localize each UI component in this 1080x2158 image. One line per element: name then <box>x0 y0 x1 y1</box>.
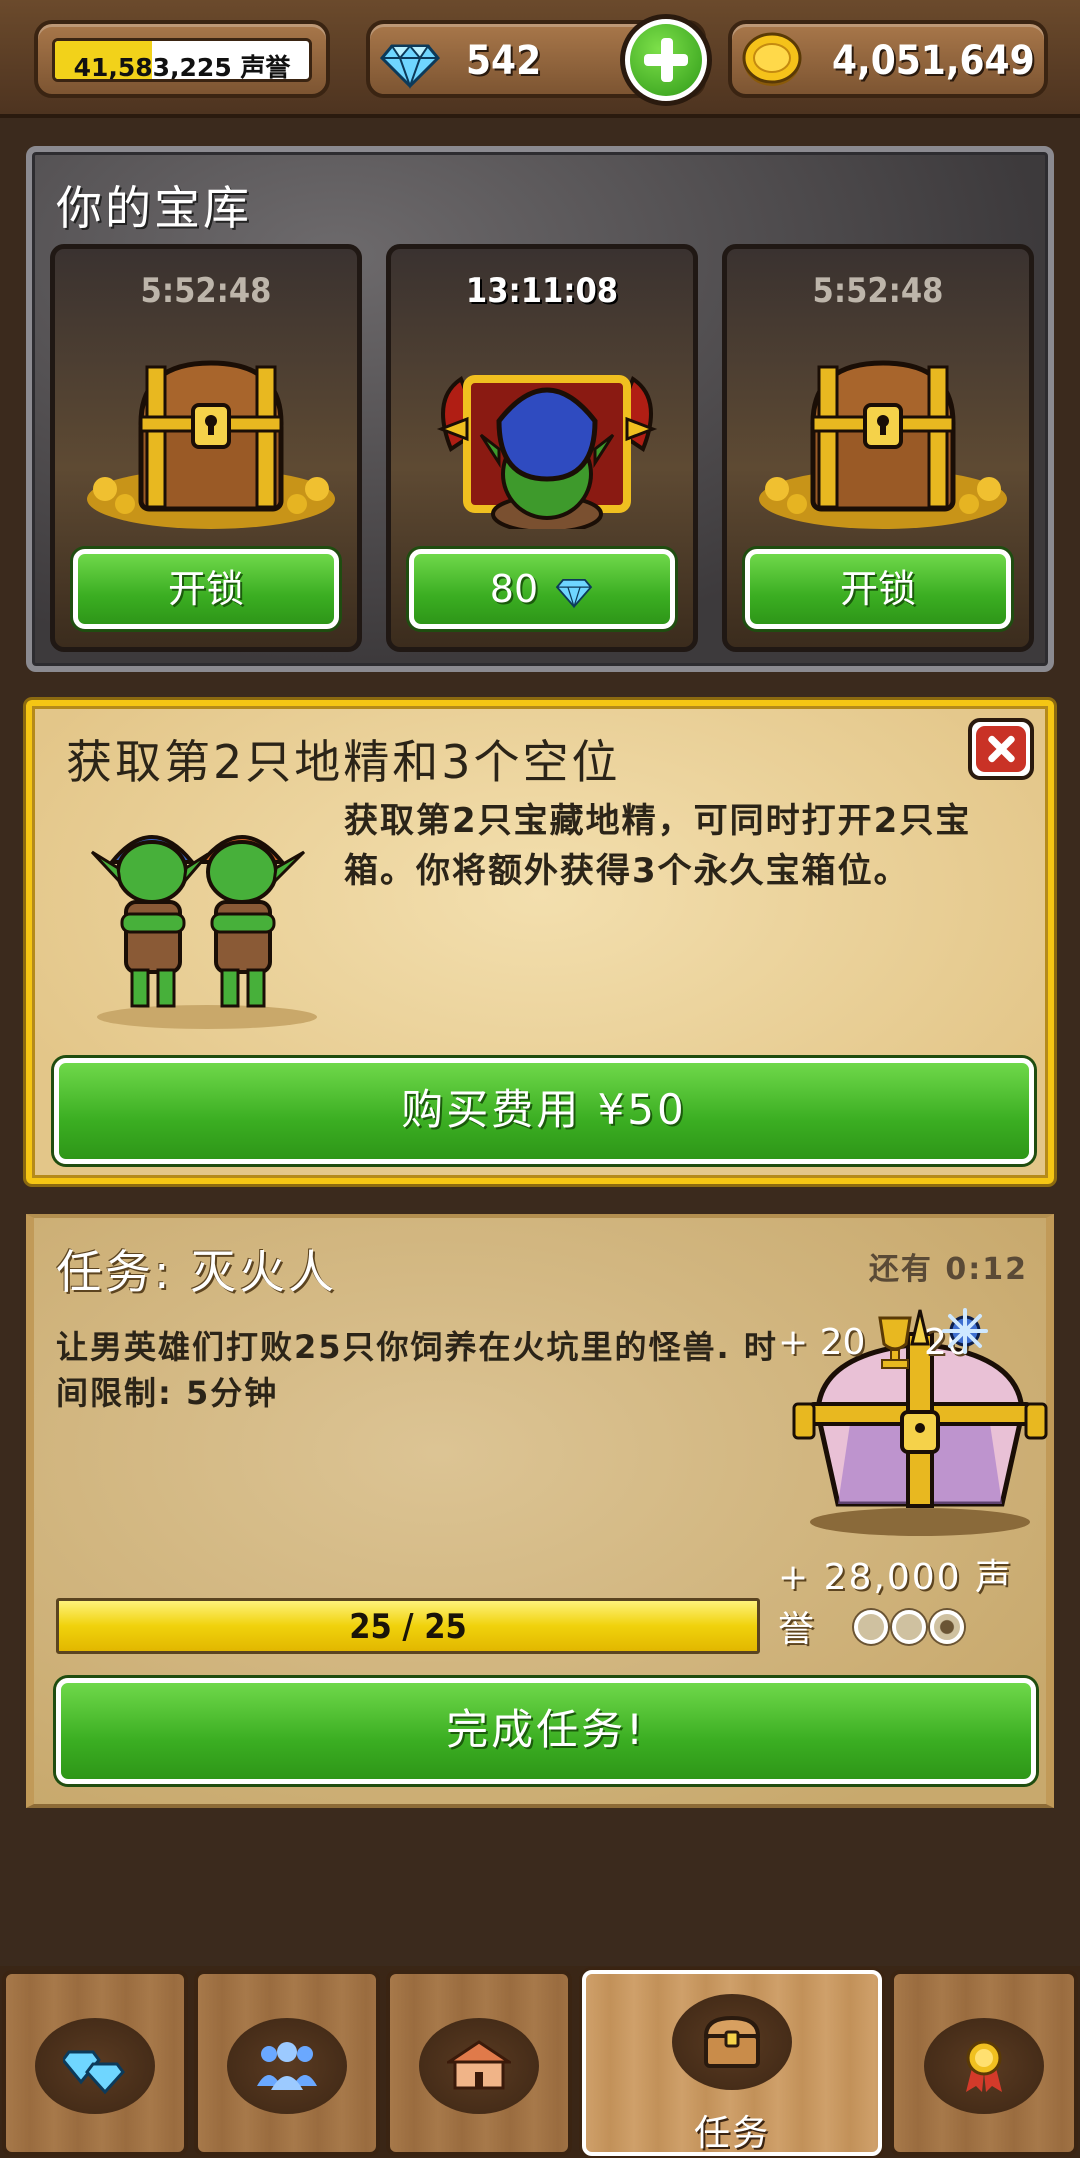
nav-tab-missions[interactable]: 任务 <box>582 1970 882 2156</box>
diamond-icon <box>379 44 441 89</box>
goblin-offer-panel: 获取第2只地精和3个空位 获取第2只宝藏地精，可同时打开2只宝箱。你将额外获得3… <box>26 700 1054 1184</box>
stage-dot <box>854 1610 888 1644</box>
treasure-chest-icon <box>759 360 1007 529</box>
mission-description: 让男英雄们打败25只你饲养在火坑里的怪兽. 时间限制: 5分钟 <box>56 1328 778 1412</box>
chest-timer: 5:52:48 <box>140 271 272 311</box>
gem-cost: 80 <box>489 567 539 611</box>
people-icon <box>257 2042 317 2090</box>
treasury-panel: 你的宝库 5:52:48 开锁 13:11:08 80 5:52:48 开锁 <box>26 146 1054 672</box>
offer-description: 获取第2只宝藏地精，可同时打开2只宝箱。你将额外获得3个永久宝箱位。 <box>344 801 972 891</box>
nav-tab-achievements[interactable] <box>890 1970 1078 2156</box>
snowflake-icon <box>942 1308 988 1354</box>
reputation-bar: 41,583,225 声誉 <box>52 38 312 82</box>
mission-stage-indicator <box>854 1610 974 1650</box>
trophy-reward: + 20 <box>778 1322 866 1363</box>
stage-dot <box>930 1610 964 1644</box>
diamond-icon <box>556 578 593 609</box>
gem-open-button[interactable]: 80 <box>409 549 675 629</box>
nav-icon-backdrop <box>672 1994 792 2090</box>
nav-icon-backdrop <box>35 2018 155 2114</box>
goblin-opening-demon-chest <box>436 375 658 529</box>
treasury-title: 你的宝库 <box>56 181 252 235</box>
reputation-pill[interactable]: 41,583,225 声誉 <box>34 20 330 98</box>
gold-coin-icon <box>742 32 802 86</box>
reward-row: + 20 20 <box>778 1314 1058 1374</box>
two-goblins-illustration <box>90 835 317 1029</box>
chest-icon <box>703 2015 761 2068</box>
offer-title: 获取第2只地精和3个空位 <box>66 735 621 789</box>
nav-icon-backdrop <box>227 2018 347 2114</box>
medal-icon <box>966 2040 1002 2092</box>
nav-icon-backdrop <box>924 2018 1044 2114</box>
buy-button[interactable]: 购买费用 ¥50 <box>54 1058 1034 1164</box>
unlock-button[interactable]: 开锁 <box>745 549 1011 629</box>
gems-count: 542 <box>466 38 542 84</box>
nav-tab-dungeon[interactable] <box>386 1970 572 2156</box>
top-hud: 41,583,225 声誉 542 4,051,649 <box>0 0 1080 118</box>
mission-panel: 任务: 灭火人 还有 0:12 让男英雄们打败25只你饲养在火坑里的怪兽. 时间… <box>26 1214 1054 1808</box>
chest-slot-2[interactable]: 13:11:08 80 <box>386 244 698 652</box>
gold-pill[interactable]: 4,051,649 <box>728 20 1048 98</box>
bottom-navigation: 任务 <box>0 1966 1080 2158</box>
stage-dot <box>892 1610 926 1644</box>
plus-icon <box>630 24 702 96</box>
add-gems-button[interactable] <box>620 14 712 106</box>
chest-slot-1[interactable]: 5:52:48 开锁 <box>50 244 362 652</box>
chest-timer: 5:52:48 <box>812 271 944 311</box>
mission-progress-text: 25 / 25 <box>349 1607 467 1647</box>
chest-slot-3[interactable]: 5:52:48 开锁 <box>722 244 1034 652</box>
unlock-button[interactable]: 开锁 <box>73 549 339 629</box>
gems-icon <box>63 2050 125 2094</box>
close-icon <box>976 726 1026 772</box>
mission-time-left: 还有 0:12 <box>868 1252 1028 1287</box>
chest-timer: 13:11:08 <box>465 271 619 311</box>
nav-icon-backdrop <box>419 2018 539 2114</box>
nav-tab-heroes[interactable] <box>194 1970 380 2156</box>
gold-count: 4,051,649 <box>832 38 1035 84</box>
mission-progress-bar: 25 / 25 <box>56 1598 760 1654</box>
reputation-text: 41,583,225 声誉 <box>73 53 291 82</box>
nav-tab-label: 任务 <box>693 2113 770 2154</box>
mission-title: 任务: 灭火人 <box>56 1245 338 1299</box>
close-button[interactable] <box>968 718 1034 780</box>
complete-mission-button[interactable]: 完成任务! <box>56 1678 1036 1784</box>
treasure-chest-icon <box>87 360 335 529</box>
nav-tab-gems[interactable] <box>2 1970 188 2156</box>
house-icon <box>447 2040 511 2090</box>
trophy-icon <box>878 1316 912 1369</box>
